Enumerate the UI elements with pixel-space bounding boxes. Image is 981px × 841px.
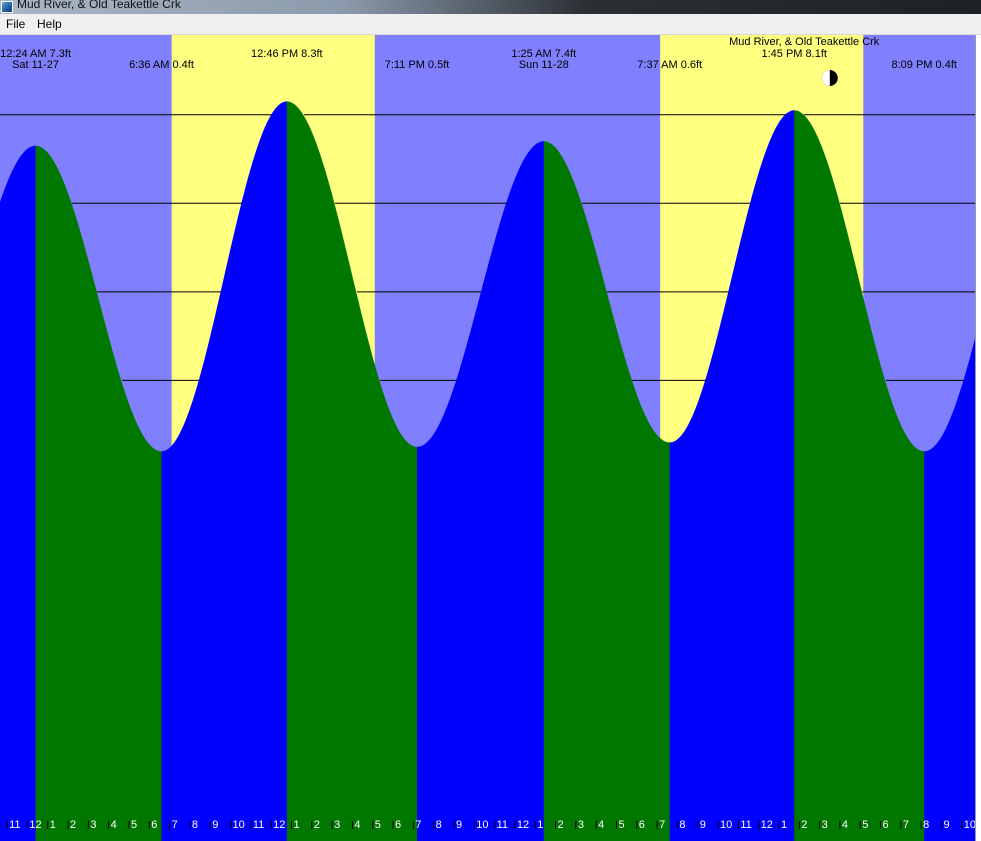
hour-tick-label: 7 [659,819,665,831]
hour-tick-label: 10 [476,819,488,831]
hour-tick-label: 2 [558,819,564,831]
hour-tick-label: 1 [293,819,299,831]
hour-tick-label: 4 [598,819,604,831]
station-title: Mud River, & Old Teakettle Crk [729,36,880,48]
tide-label: 7:37 AM 0.6ft [637,59,702,71]
hour-tick-label: 12 [761,819,773,831]
date-label: Sun 11-28 [519,59,569,71]
tide-label: 7:11 PM 0.5ft [385,59,450,71]
hour-tick-label: 8 [192,819,198,831]
hour-tick-label: 4 [111,819,117,831]
tide-label: 6:36 AM 0.4ft [129,59,194,71]
hour-tick-label: 9 [212,819,218,831]
hour-tick-label: 9 [456,819,462,831]
hour-tick-label: 9 [700,819,706,831]
hour-tick-label: 11 [740,819,751,831]
hour-tick-label: 1 [50,819,56,831]
hour-tick-label: 12 [29,819,41,831]
hour-tick-label: 6 [639,819,645,831]
window-title: Mud River, & Old Teakettle Crk [17,0,181,11]
hour-tick-label: 6 [395,819,401,831]
hour-tick-label: 7 [415,819,421,831]
half-moon-icon [821,70,838,86]
hour-tick-label: 7 [172,819,178,831]
hour-tick-label: 1 [537,819,543,831]
app-icon[interactable] [1,1,13,13]
hour-tick-label: 4 [354,819,360,831]
hour-tick-label: 9 [943,819,949,831]
tide-window: Mud River, & Old Teakettle Crk File Help… [0,0,981,841]
hour-tick-label: 12 [273,819,285,831]
hour-tick-label: 11 [497,819,508,831]
hour-tick-label: 3 [822,819,828,831]
hour-tick-label: 7 [903,819,909,831]
title-bar[interactable]: Mud River, & Old Teakettle Crk [0,0,981,14]
hour-tick-label: 5 [618,819,624,831]
menu-help[interactable]: Help [35,17,64,31]
hour-tick-label: 10 [233,819,245,831]
hour-tick-label: 8 [436,819,442,831]
hour-tick-label: 11 [9,819,20,831]
hour-tick-label: 6 [151,819,157,831]
hour-tick-label: 5 [131,819,137,831]
hour-tick-label: 10 [720,819,732,831]
window-edge [975,35,981,841]
hour-tick-label: 5 [862,819,868,831]
tide-label: 12:46 PM 8.3ft [251,48,323,60]
date-label: Sat 11-27 [12,59,59,71]
hour-tick-label: 2 [70,819,76,831]
hour-tick-label: 6 [883,819,889,831]
hour-tick-label: 5 [375,819,381,831]
hour-tick-label: 2 [801,819,807,831]
menu-file[interactable]: File [4,17,27,31]
tide-label: 1:45 PM 8.1ft [762,48,827,60]
hour-tick-label: 1 [781,819,787,831]
hour-tick-label: 4 [842,819,848,831]
tide-label: 8:09 PM 0.4ft [892,59,957,71]
hour-tick-label: 3 [90,819,96,831]
hour-tick-label: 10 [964,819,975,831]
hour-tick-label: 11 [253,819,264,831]
tide-chart-svg[interactable]: 12:24 AM 7.3ftSat 11-27 6:36 AM 0.4ft12:4… [0,35,975,841]
hour-tick-label: 12 [517,819,529,831]
tide-chart[interactable]: 12:24 AM 7.3ft Sat 11-27 6:36 AM 0.4ft 12:4… [0,35,975,841]
hour-tick-label: 2 [314,819,320,831]
hour-tick-label: 8 [679,819,685,831]
hour-tick-label: 8 [923,819,929,831]
hour-tick-label: 3 [578,819,584,831]
hour-tick-label: 3 [334,819,340,831]
menu-bar: File Help [0,14,981,35]
